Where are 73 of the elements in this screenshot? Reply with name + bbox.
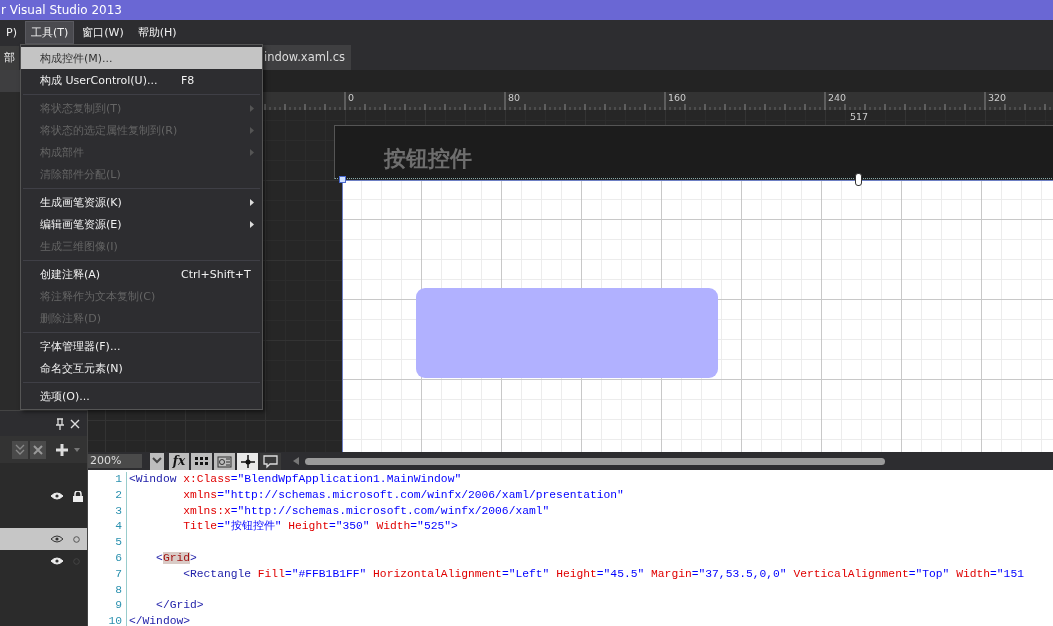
line-number: 9	[88, 598, 127, 615]
menu-item[interactable]: 生成画笔资源(K)	[21, 191, 262, 213]
snap-icon	[238, 452, 257, 470]
line-number: 1	[88, 472, 127, 488]
menu-item[interactable]: 命名交互元素(N)	[21, 357, 262, 379]
scrollbar-thumb[interactable]	[305, 457, 885, 465]
line-number: 10	[88, 614, 127, 626]
speech-bubble-icon	[261, 452, 280, 470]
code-line: xmlns:x="http://schemas.microsoft.com/winfx/2006/xaml"	[182, 503, 550, 519]
line-number: 6	[88, 551, 127, 567]
fx-button[interactable]: fx	[169, 452, 189, 470]
measurement-label: 517	[850, 111, 869, 122]
close-icon[interactable]	[70, 418, 80, 429]
dropdown-button[interactable]	[150, 452, 164, 470]
resize-handle[interactable]	[855, 173, 862, 186]
code-line: xmlns="http://schemas.microsoft.com/winfx/2006/xaml/presentation"	[182, 487, 624, 503]
lock-toggle-icon[interactable]	[73, 535, 80, 543]
code-line: <Window x:Class="BlendWpfApplication1.MainWindow"	[128, 472, 462, 487]
collapse-icon[interactable]	[12, 440, 28, 459]
document-tab[interactable]: indow.xaml.cs	[262, 45, 352, 70]
menu-item-label: 字体管理器(F)...	[40, 338, 121, 354]
caret-icon[interactable]	[74, 447, 80, 452]
menu-item-label: 构成控件(M)...	[40, 50, 113, 66]
highlighted-word: Grid	[162, 552, 191, 564]
code-line: <Grid>	[155, 551, 197, 566]
line-number: 2	[88, 487, 127, 504]
ruler-label: 0	[348, 92, 355, 103]
ruler-label: 80	[508, 92, 521, 103]
line-number: 5	[88, 535, 127, 551]
menu-item-label: 创建注释(A)	[40, 266, 101, 282]
plus-icon[interactable]	[56, 443, 68, 456]
line-number: 8	[88, 582, 127, 599]
shortcut-label: Ctrl+Shift+T	[181, 267, 251, 281]
shortcut-label: F8	[181, 73, 195, 87]
close-icon[interactable]	[30, 440, 46, 459]
menu-item[interactable]: 窗口(W)	[76, 20, 130, 44]
menu-item-label: 选项(O)...	[40, 388, 90, 404]
panel-tab[interactable]: 部	[0, 46, 19, 70]
line-number: 3	[88, 503, 127, 520]
zoom-field[interactable]: 200%	[88, 454, 142, 468]
menu-item-label: 编辑画笔资源(E)	[40, 216, 122, 232]
line-number: 7	[88, 566, 127, 583]
snap-button[interactable]	[237, 452, 258, 470]
menu-item[interactable]: 构成 UserControl(U)... F8	[21, 69, 262, 91]
menu-item[interactable]: 帮助(H)	[131, 20, 183, 44]
menu-item[interactable]: 构成控件(M)...	[21, 47, 262, 69]
code-line: </Window>	[128, 614, 190, 626]
code-line: Title="按钮控件" Height="350" Width="525">	[182, 519, 458, 535]
window-title: r Visual Studio 2013	[0, 3, 122, 17]
lock-icon[interactable]	[73, 490, 83, 502]
code-line: </Grid>	[155, 598, 204, 614]
resize-handle[interactable]	[339, 176, 346, 183]
menu-item[interactable]: P)	[0, 21, 23, 43]
pin-icon[interactable]	[56, 417, 64, 430]
menu-item-label: 构成 UserControl(U)...	[40, 72, 158, 88]
ruler-label: 320	[988, 92, 1007, 103]
menu-item[interactable]: 编辑画笔资源(E)	[21, 213, 262, 235]
eye-icon[interactable]	[51, 535, 63, 543]
ruler-label: 160	[668, 92, 687, 103]
grid-button[interactable]	[191, 452, 212, 470]
code-line: <Rectangle Fill="#FFB1B1FF" HorizontalAlignment="Left" Height="45.5" Margin="37,53.5,0,0" VerticalAlignment="Top" Width="151	[182, 566, 1024, 582]
menu-item[interactable]: 字体管理器(F)...	[21, 335, 262, 357]
window-title: 按钮控件	[384, 145, 472, 173]
menu-item[interactable]: 创建注释(A) Ctrl+Shift+T	[21, 263, 262, 285]
ruler-label: 240	[828, 92, 847, 103]
menu-item-label: 生成画笔资源(K)	[40, 194, 122, 210]
line-number: 4	[88, 519, 127, 536]
menu-item-label: 命名交互元素(N)	[40, 360, 123, 376]
menu-item[interactable]: 选项(O)...	[21, 385, 262, 407]
scroll-left-icon[interactable]	[293, 457, 299, 465]
effects-button[interactable]	[214, 452, 235, 470]
menu-item[interactable]: 工具(T)	[24, 20, 75, 44]
annotation-button[interactable]	[260, 452, 281, 470]
